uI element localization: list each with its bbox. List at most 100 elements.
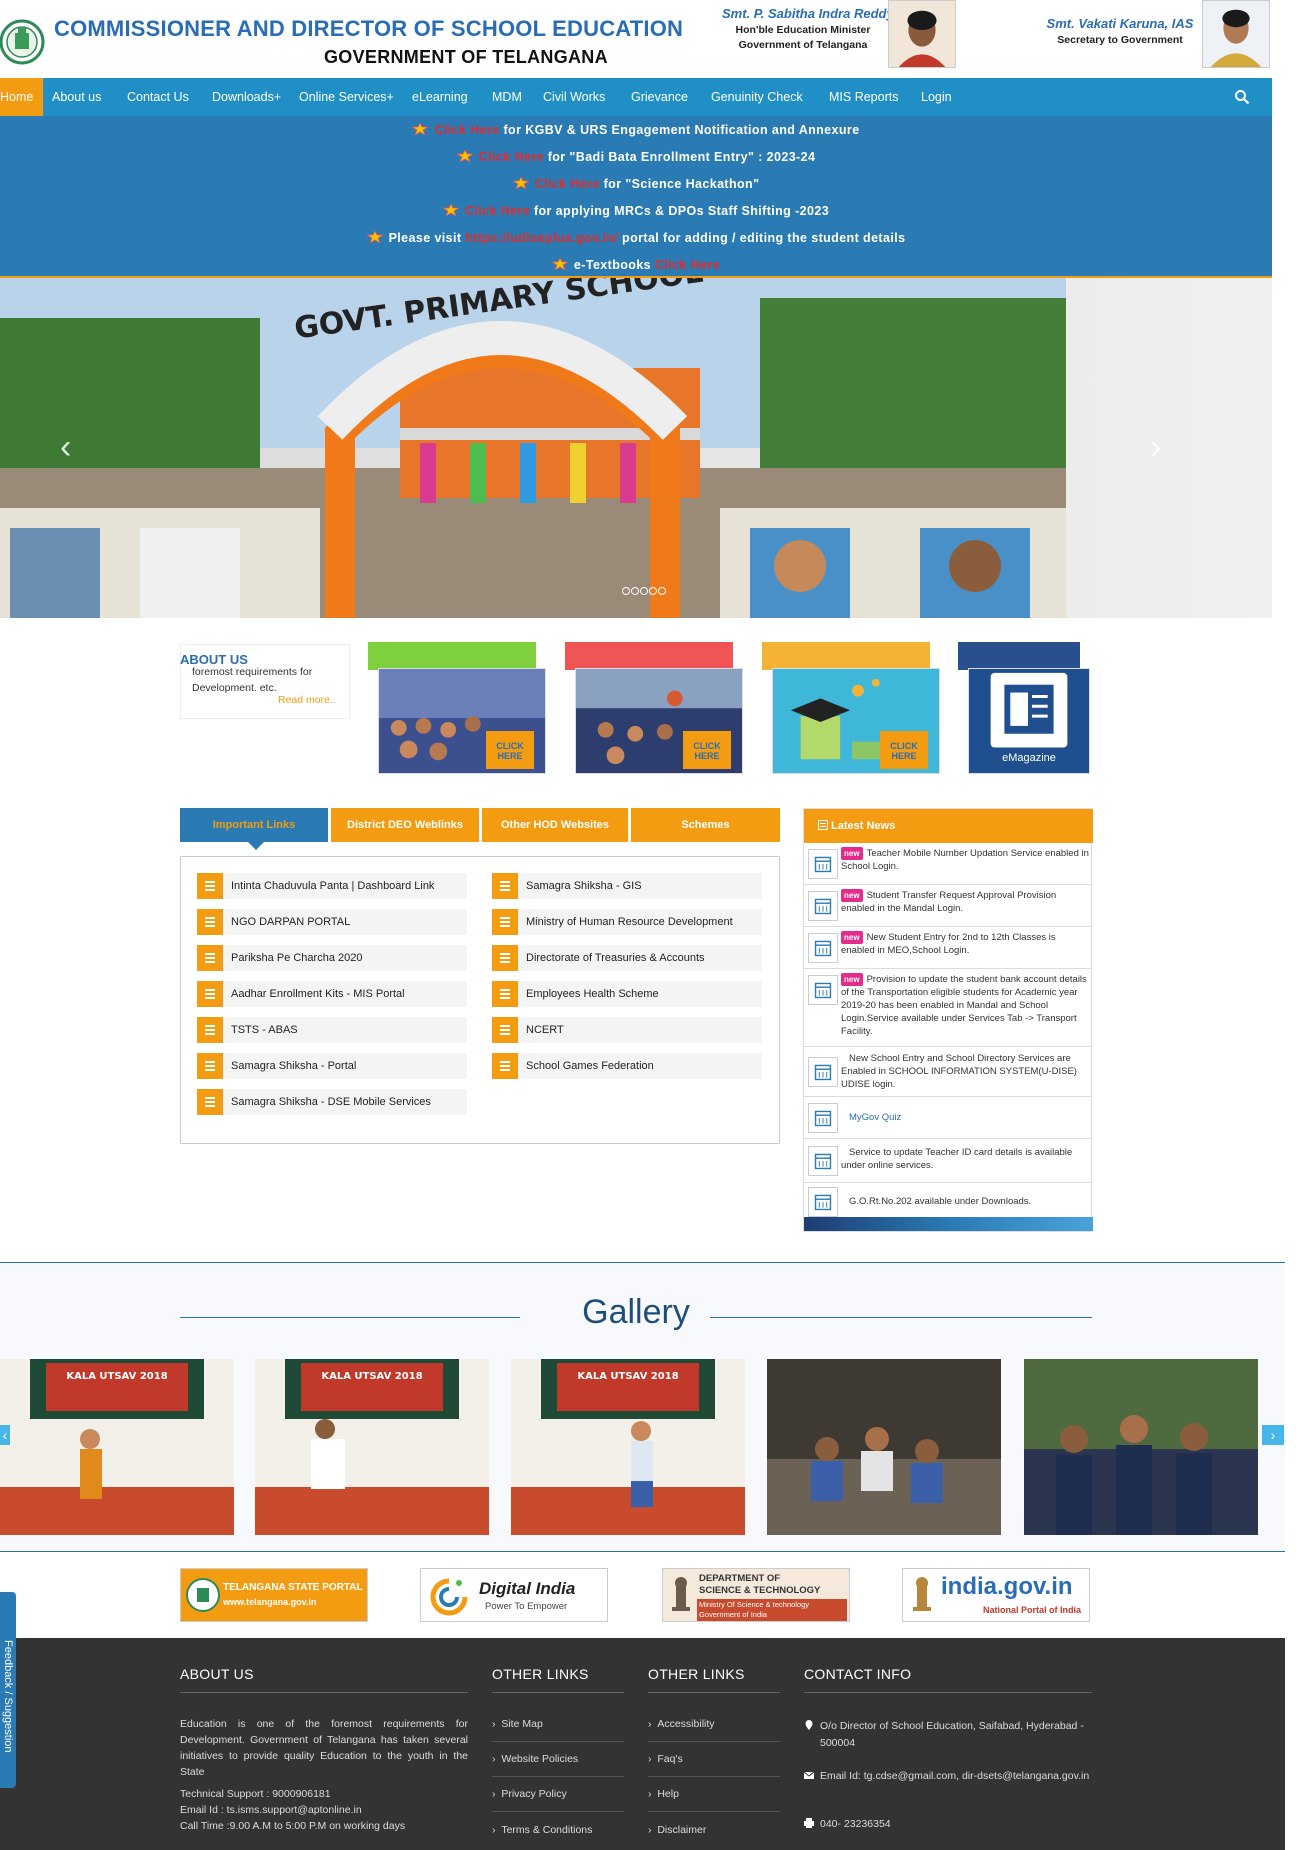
footer-link-label[interactable]: Faq's — [657, 1753, 682, 1765]
nav-grievance[interactable]: Grievance — [631, 78, 688, 116]
footer-link-label[interactable]: Site Map — [501, 1718, 542, 1730]
slider-next-button[interactable]: › — [1150, 428, 1161, 467]
nav-online-services[interactable]: Online Services+ — [299, 78, 394, 116]
nav-civil-works[interactable]: Civil Works — [543, 78, 605, 116]
link-label[interactable]: Samagra Shiksha - Portal — [231, 1053, 356, 1079]
feedback-tab[interactable]: Feedback / Suggestion — [0, 1592, 16, 1788]
news-text[interactable]: new Provision to update the student bank … — [841, 973, 1089, 1038]
link-label[interactable]: School Games Federation — [526, 1053, 654, 1079]
news-headline[interactable]: G.O.Rt.No.202 available under Downloads. — [841, 1195, 1089, 1208]
tab-other-hod-websites[interactable]: Other HOD Websites — [482, 808, 628, 842]
tab-schemes[interactable]: Schemes — [631, 808, 780, 842]
news-headline[interactable]: Service to update Teacher ID card detail… — [841, 1146, 1089, 1172]
footer-link-terms[interactable]: › Terms & Conditions — [492, 1824, 592, 1836]
news-item[interactable]: new Teacher Mobile Number Updation Servic… — [804, 843, 1091, 885]
list-item[interactable]: Samagra Shiksha - GIS — [492, 873, 762, 899]
footer-link-faqs[interactable]: › Faq's — [648, 1753, 683, 1765]
list-item[interactable]: Directorate of Treasuries & Accounts — [492, 945, 762, 971]
list-item[interactable]: TSTS - ABAS — [197, 1017, 467, 1043]
nav-home[interactable]: Home — [0, 78, 44, 116]
footer-link-accessibility[interactable]: › Accessibility — [648, 1718, 715, 1730]
slider-dot[interactable] — [649, 587, 657, 595]
tile-click-button[interactable]: CLICK HERE — [486, 731, 534, 769]
link-label[interactable]: NCERT — [526, 1017, 564, 1043]
list-item[interactable]: Ministry of Human Resource Development — [492, 909, 762, 935]
news-item[interactable]: Service to update Teacher ID card detail… — [804, 1139, 1091, 1183]
link-label[interactable]: Intinta Chaduvula Panta | Dashboard Link — [231, 873, 434, 899]
nav-downloads[interactable]: Downloads+ — [212, 78, 281, 116]
footer-link-label[interactable]: Help — [657, 1788, 679, 1800]
gallery-prev-button[interactable]: ‹ — [0, 1425, 10, 1445]
news-headline[interactable]: New School Entry and School Directory Se… — [841, 1052, 1089, 1091]
slider-dot[interactable] — [640, 587, 648, 595]
footer-link-privacy-policy[interactable]: › Privacy Policy — [492, 1788, 567, 1800]
link-label[interactable]: Directorate of Treasuries & Accounts — [526, 945, 705, 971]
list-item[interactable]: Aadhar Enrollment Kits - MIS Portal — [197, 981, 467, 1007]
footer-link-label[interactable]: Privacy Policy — [501, 1788, 566, 1800]
notice-link[interactable]: Click Here — [434, 123, 499, 137]
footer-link-label[interactable]: Disclaimer — [657, 1824, 706, 1836]
news-item[interactable]: new Provision to update the student bank … — [804, 969, 1091, 1047]
tab-district-deo-weblinks[interactable]: District DEO Weblinks — [331, 808, 479, 842]
link-label[interactable]: TSTS - ABAS — [231, 1017, 298, 1043]
quick-tile-1[interactable]: CLICK HERE — [368, 640, 546, 775]
dst-logo[interactable]: DEPARTMENT OF SCIENCE & TECHNOLOGY Minis… — [662, 1568, 850, 1622]
gallery-image[interactable]: KALA UTSAV 2018 — [0, 1359, 234, 1535]
footer-link-disclaimer[interactable]: › Disclaimer — [648, 1824, 706, 1836]
link-label[interactable]: Aadhar Enrollment Kits - MIS Portal — [231, 981, 405, 1007]
footer-link-label[interactable]: Accessibility — [657, 1718, 714, 1730]
nav-login[interactable]: Login — [921, 78, 952, 116]
tile-click-button[interactable]: CLICK HERE — [880, 731, 928, 769]
notice-link[interactable]: Click Here — [465, 204, 530, 218]
news-headline[interactable]: Student Transfer Request Approval Provis… — [841, 890, 1056, 914]
site-title[interactable]: COMMISSIONER AND DIRECTOR OF SCHOOL EDUC… — [54, 16, 683, 42]
link-label[interactable]: Samagra Shiksha - DSE Mobile Services — [231, 1089, 431, 1115]
news-text[interactable]: new Teacher Mobile Number Updation Servic… — [841, 847, 1089, 873]
gallery-image[interactable] — [767, 1359, 1001, 1535]
footer-link-help[interactable]: › Help — [648, 1788, 679, 1800]
india-gov-logo[interactable]: india.gov.in National Portal of India — [902, 1568, 1090, 1622]
gallery-image[interactable]: KALA UTSAV 2018 — [255, 1359, 489, 1535]
list-item[interactable]: Samagra Shiksha - Portal — [197, 1053, 467, 1079]
list-item[interactable]: Samagra Shiksha - DSE Mobile Services — [197, 1089, 467, 1115]
tab-important-links[interactable]: Important Links — [180, 808, 328, 842]
nav-elearning[interactable]: eLearning — [412, 78, 468, 116]
notice-link[interactable]: Click Here — [535, 177, 600, 191]
footer-link-label[interactable]: Website Policies — [501, 1753, 578, 1765]
emagazine-label[interactable]: eMagazine — [968, 752, 1090, 764]
telangana-portal-logo[interactable]: TELANGANA STATE PORTAL www.telangana.gov… — [180, 1568, 368, 1622]
list-item[interactable]: Intinta Chaduvula Panta | Dashboard Link — [197, 873, 467, 899]
slider-dot[interactable] — [658, 587, 666, 595]
footer-link-site-map[interactable]: › Site Map — [492, 1718, 543, 1730]
nav-mis-reports[interactable]: MIS Reports — [829, 78, 898, 116]
notice-link[interactable]: https://udiseplus.gov.in/ — [465, 231, 618, 245]
notice-link[interactable]: Click Here — [655, 258, 720, 272]
gallery-image[interactable] — [1024, 1359, 1258, 1535]
nav-about-us[interactable]: About us — [52, 78, 101, 116]
slider-dot[interactable] — [622, 587, 630, 595]
list-item[interactable]: NGO DARPAN PORTAL — [197, 909, 467, 935]
notice-link[interactable]: Click Here — [479, 150, 544, 164]
list-item[interactable]: NCERT — [492, 1017, 762, 1043]
gallery-next-button[interactable]: › — [1262, 1425, 1284, 1445]
news-item[interactable]: G.O.Rt.No.202 available under Downloads. — [804, 1183, 1091, 1219]
feedback-label[interactable]: Feedback / Suggestion — [2, 1640, 14, 1753]
news-headline[interactable]: New Student Entry for 2nd to 12th Classe… — [841, 932, 1056, 956]
news-item[interactable]: new Student Transfer Request Approval Pro… — [804, 885, 1091, 927]
list-item[interactable]: Pariksha Pe Charcha 2020 — [197, 945, 467, 971]
digital-india-logo[interactable]: Digital India Power To Empower — [420, 1568, 608, 1622]
news-headline[interactable]: MyGov Quiz — [841, 1111, 1089, 1124]
gallery-image[interactable]: KALA UTSAV 2018 — [511, 1359, 745, 1535]
news-item[interactable]: New School Entry and School Directory Se… — [804, 1047, 1091, 1097]
nav-mdm[interactable]: MDM — [492, 78, 522, 116]
nav-genuinity-check[interactable]: Genuinity Check — [711, 78, 803, 116]
quick-tile-3[interactable]: CLICK HERE — [762, 640, 940, 775]
news-headline[interactable]: Teacher Mobile Number Updation Service e… — [841, 848, 1089, 872]
link-label[interactable]: Ministry of Human Resource Development — [526, 909, 733, 935]
read-more-link[interactable]: Read more.. — [278, 694, 336, 706]
tile-click-button[interactable]: CLICK HERE — [683, 731, 731, 769]
footer-link-website-policies[interactable]: › Website Policies — [492, 1753, 578, 1765]
link-label[interactable]: Pariksha Pe Charcha 2020 — [231, 945, 362, 971]
news-headline[interactable]: Provision to update the student bank acc… — [841, 974, 1087, 1037]
footer-link-label[interactable]: Terms & Conditions — [501, 1824, 592, 1836]
